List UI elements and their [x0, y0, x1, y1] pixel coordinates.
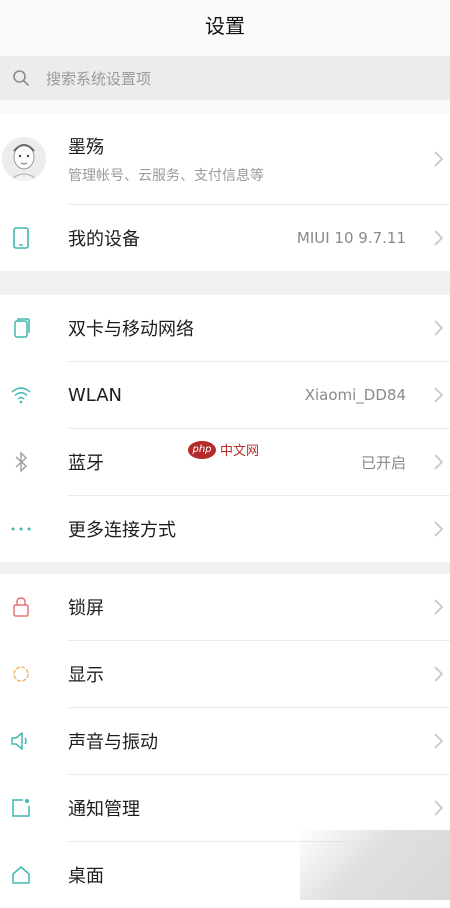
dual-sim-label: 双卡与移动网络	[68, 319, 194, 340]
more-connections-label: 更多连接方式	[68, 520, 176, 541]
wlan-label: WLAN	[68, 384, 123, 406]
account-group: 墨殇 管理帐号、云服务、支付信息等 我的设备 MIUI 10 9.7.11	[0, 114, 450, 271]
watermark-logo: php	[188, 440, 216, 459]
wlan-row[interactable]: WLAN Xiaomi_DD84	[0, 362, 450, 428]
search-container: 搜索系统设置项	[0, 48, 450, 114]
chevron-right-icon	[434, 230, 444, 246]
watermark-text: 中文网	[220, 444, 260, 459]
dual-sim-row[interactable]: 双卡与移动网络	[0, 295, 450, 361]
page-title: 设置	[205, 13, 245, 38]
network-group: 双卡与移动网络 WLAN Xiaomi_DD84 蓝牙 已开启 更多连接方式	[0, 295, 450, 562]
speaker-icon	[8, 728, 34, 754]
more-connections-row[interactable]: 更多连接方式	[0, 496, 450, 562]
wifi-icon	[8, 382, 34, 408]
notifications-label: 通知管理	[68, 799, 140, 820]
chevron-right-icon	[434, 521, 444, 537]
display-row[interactable]: 显示	[0, 641, 450, 707]
bluetooth-label: 蓝牙	[68, 453, 104, 474]
home-screen-label: 桌面	[68, 866, 104, 887]
my-device-label: 我的设备	[68, 229, 140, 250]
chevron-right-icon	[434, 800, 444, 816]
account-subtitle: 管理帐号、云服务、支付信息等	[68, 168, 264, 184]
chevron-right-icon	[434, 151, 444, 167]
sim-card-icon	[8, 315, 34, 341]
chevron-right-icon	[434, 387, 444, 403]
lock-icon	[8, 594, 34, 620]
watermark: php 中文网	[188, 440, 259, 459]
chevron-right-icon	[434, 599, 444, 615]
my-device-value: MIUI 10 9.7.11	[296, 229, 406, 247]
avatar	[2, 137, 46, 181]
header: 设置	[0, 0, 450, 48]
account-name: 墨殇	[68, 137, 104, 158]
section-gap	[0, 271, 450, 295]
display-label: 显示	[68, 665, 104, 686]
sound-label: 声音与振动	[68, 732, 158, 753]
chevron-right-icon	[434, 320, 444, 336]
section-gap	[0, 562, 450, 574]
lock-screen-label: 锁屏	[68, 598, 104, 619]
my-device-row[interactable]: 我的设备 MIUI 10 9.7.11	[0, 205, 450, 271]
bluetooth-value: 已开启	[360, 453, 406, 472]
wlan-value: Xiaomi_DD84	[304, 386, 406, 404]
lock-screen-row[interactable]: 锁屏	[0, 574, 450, 640]
blurred-watermark-area	[300, 830, 450, 900]
phone-icon	[8, 225, 34, 251]
home-icon	[8, 862, 34, 888]
chevron-right-icon	[434, 733, 444, 749]
display-icon	[8, 661, 34, 687]
chevron-right-icon	[434, 454, 444, 470]
more-dots-icon	[8, 516, 34, 542]
search-placeholder: 搜索系统设置项	[46, 69, 152, 88]
search-input[interactable]: 搜索系统设置项	[0, 56, 450, 100]
account-row[interactable]: 墨殇 管理帐号、云服务、支付信息等	[0, 114, 450, 204]
sound-row[interactable]: 声音与振动	[0, 708, 450, 774]
search-icon	[8, 65, 34, 91]
notification-icon	[8, 795, 34, 821]
chevron-right-icon	[434, 666, 444, 682]
bluetooth-row[interactable]: 蓝牙 已开启	[0, 429, 450, 495]
bluetooth-icon	[8, 449, 34, 475]
